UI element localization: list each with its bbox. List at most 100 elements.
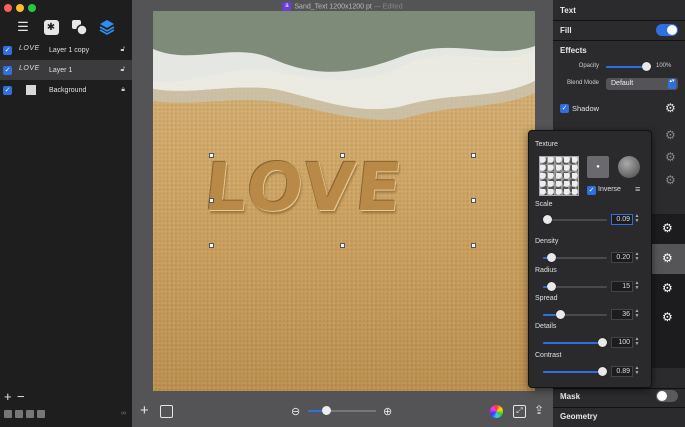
zoom-out-icon[interactable]: ⊖	[291, 405, 300, 418]
opacity-value: 100%	[656, 63, 672, 69]
document-canvas[interactable]: LOVE	[153, 11, 535, 391]
layer-visibility-checkbox[interactable]: ✓	[3, 85, 12, 95]
scale-slider[interactable]	[543, 215, 607, 224]
blend-mode-label: Blend Mode	[566, 80, 599, 86]
selection-handle[interactable]	[471, 153, 476, 158]
opacity-slider[interactable]	[606, 62, 651, 71]
unlock-icon[interactable]: 🔓︎	[120, 66, 125, 74]
opacity-slider-knob[interactable]	[642, 62, 651, 71]
zoom-window-button[interactable]	[28, 4, 36, 12]
inverse-checkbox[interactable]: ✓	[587, 186, 596, 195]
effect-settings-gear-icon[interactable]: ⚙	[662, 281, 673, 295]
radius-value-field[interactable]: 15	[611, 281, 633, 292]
selection-handle[interactable]	[471, 198, 476, 203]
effect-settings-gear-icon[interactable]: ⚙	[665, 150, 676, 164]
density-slider[interactable]	[543, 253, 607, 262]
layer-thumbnail: LOVE	[19, 45, 40, 52]
layer-row-selected[interactable]: ✓ LOVE Layer 1 🔓︎	[0, 60, 132, 80]
texture-menu-icon[interactable]: ≡	[635, 184, 640, 194]
layer-row[interactable]: ✓ LOVE Layer 1 copy 🔓︎	[0, 40, 132, 60]
layer-thumbnail: LOVE	[19, 65, 40, 72]
zoom-slider-knob[interactable]	[322, 406, 331, 415]
density-value-field[interactable]: 0.20	[611, 252, 633, 263]
contrast-slider-knob[interactable]	[598, 367, 607, 376]
geometry-header[interactable]: Geometry	[560, 412, 597, 421]
share-icon[interactable]: ⇪	[534, 403, 544, 417]
effect-settings-gear-icon[interactable]: ⚙	[665, 128, 676, 142]
document-name: Sand_Text 1200x1200 pt	[294, 3, 372, 11]
layer-row[interactable]: ✓ Background 🔒︎	[0, 80, 132, 100]
active-effect-gear-icon[interactable]: ⚙	[662, 251, 673, 265]
selection-handle[interactable]	[209, 243, 214, 248]
merge-icon[interactable]	[26, 410, 34, 418]
selection-handle[interactable]	[340, 243, 345, 248]
density-stepper[interactable]: ▲ ▼	[634, 252, 640, 263]
group-icon[interactable]	[4, 410, 12, 418]
minimize-window-button[interactable]	[16, 4, 24, 12]
effects-header: Effects	[560, 46, 587, 55]
shapes-icon[interactable]	[70, 18, 88, 36]
scale-value-field[interactable]: 0.09	[611, 214, 633, 225]
details-label: Details	[535, 323, 557, 330]
density-slider-knob[interactable]	[547, 253, 556, 262]
selection-handle[interactable]	[209, 198, 214, 203]
effect-settings-gear-icon[interactable]: ⚙	[662, 310, 673, 324]
duplicate-icon[interactable]	[15, 410, 23, 418]
effect-settings-gear-icon[interactable]: ⚙	[662, 221, 673, 235]
details-value-field[interactable]: 100	[611, 337, 633, 348]
contrast-stepper[interactable]: ▲ ▼	[634, 366, 640, 377]
texture-sphere-icon[interactable]	[618, 156, 640, 178]
layer-thumbnail	[26, 85, 36, 95]
spread-stepper[interactable]: ▲ ▼	[634, 309, 640, 320]
selection-handle[interactable]	[471, 243, 476, 248]
texture-dot-icon[interactable]: ●	[587, 156, 609, 178]
grid-icon[interactable]	[160, 405, 173, 418]
fill-label: Fill	[560, 26, 572, 35]
fill-toggle[interactable]	[656, 24, 678, 36]
selection-handle[interactable]	[209, 153, 214, 158]
gear-icon[interactable]: ✱	[42, 18, 60, 36]
texture-preview[interactable]	[539, 156, 579, 196]
opacity-label: Opacity	[578, 63, 599, 69]
details-slider[interactable]	[543, 338, 607, 347]
canvas-footer: + ⊖ ⊕ ⤢ ⇪	[132, 397, 553, 427]
zoom-slider[interactable]	[308, 406, 376, 415]
radius-stepper[interactable]: ▲ ▼	[634, 281, 640, 292]
layer-name: Layer 1	[49, 66, 73, 74]
remove-layer-button[interactable]: −	[17, 389, 25, 404]
details-stepper[interactable]: ▲ ▼	[634, 337, 640, 348]
add-icon[interactable]: +	[140, 402, 149, 419]
unlock-icon[interactable]: 🔓︎	[120, 46, 125, 54]
layers-icon[interactable]	[98, 18, 116, 36]
scale-stepper[interactable]: ▲ ▼	[634, 214, 640, 225]
shadow-checkbox[interactable]: ✓	[560, 104, 569, 113]
link-icon[interactable]: ∞	[121, 410, 126, 417]
layer-visibility-checkbox[interactable]: ✓	[3, 45, 12, 55]
spread-slider-knob[interactable]	[556, 310, 565, 319]
add-layer-button[interactable]: +	[4, 389, 12, 404]
zoom-in-icon[interactable]: ⊕	[383, 405, 392, 418]
effect-settings-gear-icon[interactable]: ⚙	[665, 173, 676, 187]
spread-slider[interactable]	[543, 310, 607, 319]
text-section-header[interactable]: Text	[560, 6, 576, 15]
mask-layer-icon[interactable]	[37, 410, 45, 418]
details-slider-knob[interactable]	[598, 338, 607, 347]
lock-icon[interactable]: 🔒︎	[121, 86, 125, 94]
color-wheel-icon[interactable]	[490, 405, 503, 418]
list-icon[interactable]: ☰	[14, 18, 32, 36]
contrast-value-field[interactable]: 0.89	[611, 366, 633, 377]
shadow-settings-gear-icon[interactable]: ⚙	[665, 101, 676, 115]
mask-toggle[interactable]	[656, 390, 678, 402]
blend-mode-select[interactable]: Default ▴▾	[606, 78, 678, 90]
spread-value-field[interactable]: 36	[611, 309, 633, 320]
fit-icon[interactable]: ⤢	[513, 405, 526, 418]
close-window-button[interactable]	[4, 4, 12, 12]
contrast-slider[interactable]	[543, 367, 607, 376]
scale-slider-knob[interactable]	[543, 215, 552, 224]
layer-visibility-checkbox[interactable]: ✓	[3, 65, 12, 75]
sand-text[interactable]: LOVE	[201, 149, 407, 226]
radius-slider[interactable]	[543, 282, 607, 291]
inverse-label: Inverse	[598, 186, 621, 193]
radius-slider-knob[interactable]	[547, 282, 556, 291]
selection-handle[interactable]	[340, 153, 345, 158]
